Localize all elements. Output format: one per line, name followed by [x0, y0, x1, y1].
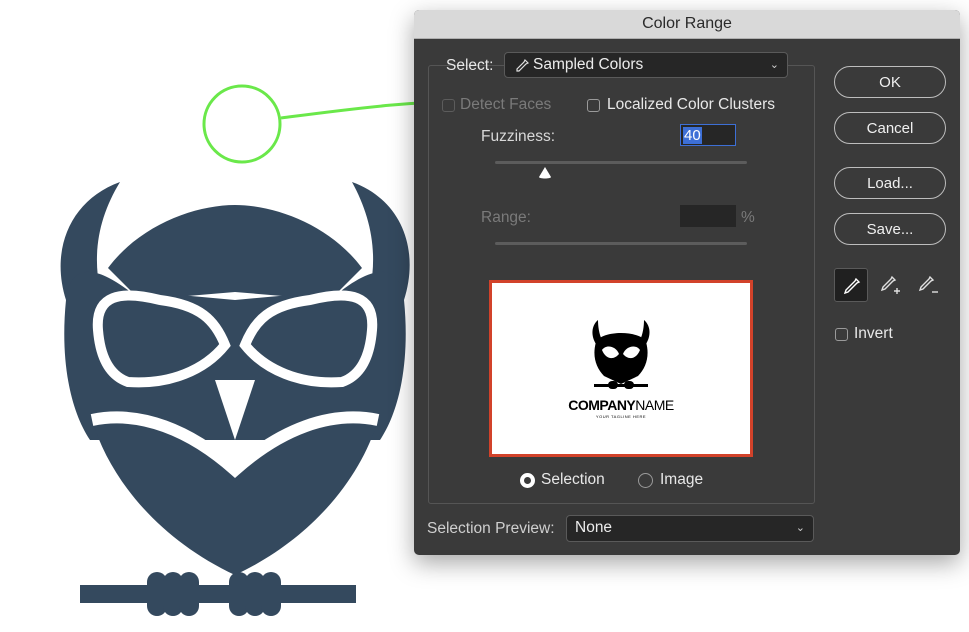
radio-dot: [524, 477, 531, 484]
invert-label: Invert: [854, 325, 893, 342]
ok-button[interactable]: OK: [834, 66, 946, 98]
fuzziness-slider-thumb[interactable]: [538, 166, 552, 180]
eyedropper-minus-icon: [918, 275, 938, 293]
select-label: Select:: [446, 57, 494, 74]
color-range-dialog: Color Range Select: Sampled Colors ⌄ Det…: [414, 10, 960, 555]
localized-clusters-label: Localized Color Clusters: [607, 96, 775, 113]
sample-point-circle: [202, 84, 282, 164]
eyedropper-plus-icon: [880, 275, 900, 294]
range-slider-track[interactable]: [495, 242, 747, 245]
eyedropper-icon: [516, 58, 530, 72]
image-radio-label: Image: [660, 471, 704, 488]
selection-preview-label: Selection Preview:: [427, 520, 555, 537]
detect-faces-label: Detect Faces: [460, 96, 552, 113]
preview-company-name: COMPANYNAME: [492, 397, 750, 413]
preview-company-a: COMPANY: [568, 397, 636, 413]
subtract-from-sample-tool[interactable]: [910, 268, 944, 302]
fuzziness-label: Fuzziness:: [481, 128, 556, 145]
fuzziness-slider-track[interactable]: [495, 161, 747, 164]
image-radio[interactable]: [638, 473, 653, 488]
detect-faces-checkbox[interactable]: [442, 99, 455, 112]
fuzziness-value: 40: [683, 127, 702, 144]
preview-company-b: NAME: [635, 397, 674, 413]
range-input[interactable]: [680, 205, 736, 227]
owl-face-details: [90, 290, 380, 479]
owl-logo: [60, 182, 410, 616]
load-button[interactable]: Load...: [834, 167, 946, 199]
eyedropper-tool[interactable]: [834, 268, 868, 302]
localized-clusters-checkbox[interactable]: [587, 99, 600, 112]
selection-preview-image: COMPANYNAME YOUR TAGLINE HERE: [489, 280, 753, 457]
range-label: Range:: [481, 209, 531, 226]
chevron-down-icon: ⌄: [769, 59, 779, 71]
range-unit: %: [741, 209, 755, 226]
invert-checkbox[interactable]: [835, 328, 848, 341]
dialog-title: Color Range: [414, 10, 960, 39]
select-value: Sampled Colors: [533, 56, 644, 73]
cancel-button[interactable]: Cancel: [834, 112, 946, 144]
selection-radio[interactable]: [520, 473, 535, 488]
eyedropper-icon: [843, 277, 861, 295]
selection-radio-label: Selection: [541, 471, 605, 488]
preview-tagline: YOUR TAGLINE HERE: [595, 414, 647, 419]
preview-owl-icon: [592, 320, 650, 389]
selection-preview-value: None: [575, 519, 613, 536]
fuzziness-input[interactable]: 40: [680, 124, 736, 146]
save-button[interactable]: Save...: [834, 213, 946, 245]
selection-preview-dropdown[interactable]: None ⌄: [566, 515, 814, 542]
select-dropdown[interactable]: Sampled Colors ⌄: [504, 52, 788, 78]
add-to-sample-tool[interactable]: [872, 268, 906, 302]
chevron-down-icon: ⌄: [795, 522, 805, 534]
